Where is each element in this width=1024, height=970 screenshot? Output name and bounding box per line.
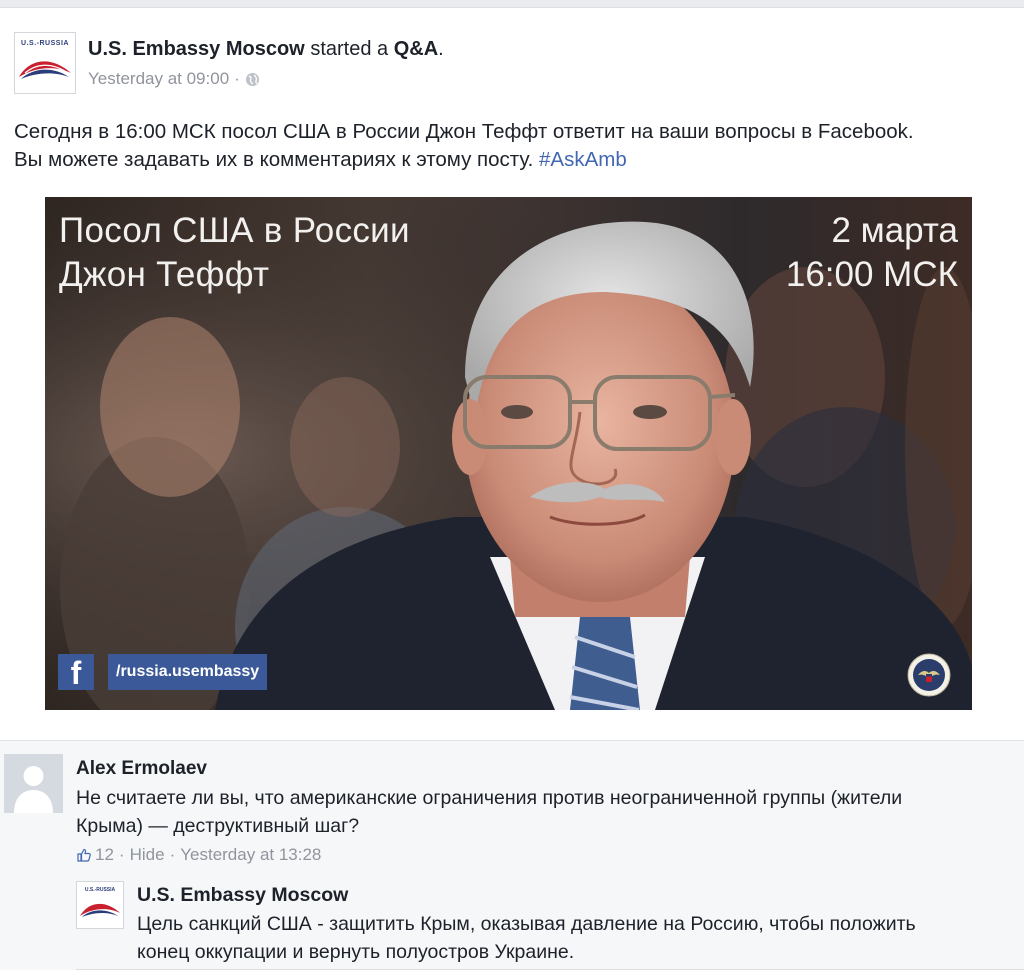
- comment-timestamp[interactable]: Yesterday at 13:28: [180, 845, 321, 865]
- promo-title-line-2: Джон Теффт: [59, 255, 270, 294]
- default-profile-icon: [4, 754, 63, 813]
- reply-text-line-2: конец оккупации и вернуть полуостров Укр…: [137, 941, 575, 963]
- reply-text-line-1: Цель санкций США - защитить Крым, оказыв…: [137, 913, 916, 935]
- commenter-avatar[interactable]: [4, 754, 63, 813]
- reply-avatar-logo-icon: [80, 903, 120, 917]
- post-author-line: U.S. Embassy Moscow started a Q&A.: [88, 36, 444, 62]
- reply-author-link[interactable]: U.S. Embassy Moscow: [137, 884, 348, 907]
- reply-item: U.S.-RUSSIA U.S. Embassy Moscow Цель сан…: [76, 877, 1024, 970]
- promo-date-line-2: 16:00 МСК: [785, 255, 958, 294]
- promo-date: 2 марта 16:00 МСК: [786, 209, 958, 297]
- state-department-seal-icon: [907, 653, 951, 697]
- post-timestamp[interactable]: Yesterday at 09:00: [88, 69, 229, 89]
- post-header: U.S.-RUSSIA U.S. Embassy Moscow started …: [14, 32, 994, 94]
- hashtag-link[interactable]: #AskAmb: [539, 148, 627, 171]
- top-divider: [0, 0, 1024, 8]
- meta-separator: ·: [118, 845, 125, 864]
- like-count[interactable]: 12: [95, 845, 114, 865]
- post-action-text: started a: [310, 38, 389, 60]
- avatar-logo-icon: [19, 61, 71, 79]
- qa-link[interactable]: Q&A: [394, 38, 438, 60]
- comment-text-line-2: Крыма) — деструктивный шаг?: [76, 815, 360, 837]
- post-text-line-2: Вы можете задавать их в комментариях к э…: [14, 146, 1004, 174]
- facebook-logo-icon: f: [58, 654, 94, 690]
- post-action-punct: .: [438, 38, 444, 60]
- promo-title: Посол США в России Джон Теффт: [59, 209, 410, 297]
- promo-date-line-1: 2 марта: [831, 211, 958, 250]
- like-thumb-icon[interactable]: [76, 847, 92, 863]
- comment-text: Не считаете ли вы, что американские огра…: [76, 784, 1016, 840]
- timestamp-separator: ·: [234, 69, 240, 88]
- page-avatar[interactable]: U.S.-RUSSIA: [14, 32, 76, 94]
- page-handle-badge: /russia.usembassy: [108, 654, 268, 690]
- meta-separator: ·: [169, 845, 176, 864]
- post-timestamp-row: Yesterday at 09:00 ·: [88, 69, 260, 89]
- promo-image[interactable]: Посол США в России Джон Теффт 2 марта 16…: [45, 197, 972, 710]
- comment-text-line-1: Не считаете ли вы, что американские огра…: [76, 787, 903, 809]
- comment-meta: 12 · Hide · Yesterday at 13:28: [76, 845, 321, 865]
- comments-section: Alex Ermolaev Не считаете ли вы, что аме…: [0, 740, 1024, 970]
- reply-text: Цель санкций США - защитить Крым, оказыв…: [137, 910, 1017, 966]
- promo-title-line-1: Посол США в России: [59, 211, 410, 250]
- reply-avatar[interactable]: U.S.-RUSSIA: [76, 881, 124, 929]
- comment-author-link[interactable]: Alex Ermolaev: [76, 758, 207, 780]
- post-author-link[interactable]: U.S. Embassy Moscow: [88, 38, 305, 60]
- globe-icon[interactable]: [245, 72, 260, 87]
- post-text-line-1: Сегодня в 16:00 МСК посол США в России Д…: [14, 120, 914, 143]
- facebook-glyph: f: [70, 655, 82, 691]
- hide-link[interactable]: Hide: [130, 845, 165, 865]
- post-body: Сегодня в 16:00 МСК посол США в России Д…: [14, 118, 1004, 174]
- post-text-line-2-prefix: Вы можете задавать их в комментариях к э…: [14, 148, 534, 171]
